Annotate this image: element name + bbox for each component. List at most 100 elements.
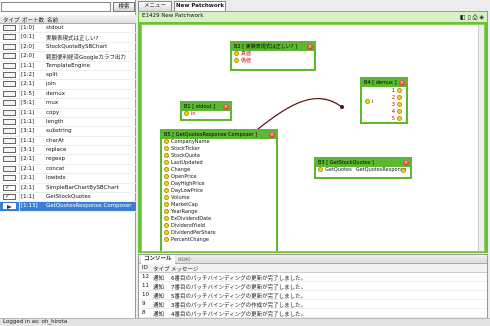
tab-console[interactable]: コンソール	[141, 255, 175, 264]
tab-memo[interactable]: MEMO	[175, 255, 194, 264]
node-b1[interactable]: B1 [ stdout ] × in	[180, 101, 232, 121]
list-item[interactable]: [5:1] mux	[0, 99, 136, 109]
tab-menu[interactable]: メニュー	[138, 1, 172, 11]
node-b4-port[interactable]: 1	[390, 88, 404, 95]
module-type-icon	[3, 53, 16, 60]
node-b5-port[interactable]: DayHighPrice	[162, 181, 276, 188]
console-row[interactable]: 11 通知 7番目のパッチバインディングの更新が完了しました。	[139, 282, 487, 291]
module-type-icon	[3, 90, 16, 97]
module-type-icon	[3, 118, 16, 125]
node-b4-port[interactable]: 3	[390, 102, 404, 109]
node-b5-port[interactable]: StockTicker	[162, 146, 276, 153]
list-item[interactable]: [3:1] replace	[0, 146, 136, 156]
patchwork-editor: E1429 New Patchwork ◧ ▯ ⎙ ◈ B2 [ 実験表現式は正…	[138, 11, 488, 253]
node-b3-ports[interactable]: GetQuotes GetQuotesResponse	[316, 167, 410, 174]
list-item[interactable]: [2:1] join	[0, 80, 136, 90]
console-row[interactable]: 9 通知 3番目のパッチバインディングの作成が完了しました。	[139, 300, 487, 309]
node-b5-port[interactable]: StockQuote	[162, 153, 276, 160]
node-b3-header: B3 [ GetStockQuotes ] ×	[316, 159, 410, 167]
list-item[interactable]: [2:1] concat	[0, 164, 136, 175]
console-row[interactable]: 10 通知 5番目のパッチバインディングの更新が完了しました。	[139, 291, 487, 300]
port-label: 3	[391, 102, 395, 108]
node-b2[interactable]: B2 [ 実験表現式は正しい? ] × 真値 偽値	[230, 41, 316, 71]
list-item[interactable]: [1:2] split	[0, 70, 136, 81]
port-count: [2:1]	[21, 156, 35, 163]
port-label: DayHighPrice	[171, 181, 205, 187]
node-b4[interactable]: B4 [ demux ] × i 12345	[360, 77, 408, 124]
close-icon[interactable]: ×	[223, 104, 229, 110]
node-b4-input[interactable]: i	[365, 99, 373, 105]
node-b5-port[interactable]: YearRange	[162, 209, 276, 216]
search-input[interactable]	[1, 2, 111, 12]
node-b2-port[interactable]: 偽値	[232, 58, 314, 65]
node-b2-title: B2 [ 実験表現式は正しい? ]	[234, 44, 297, 50]
patch-canvas[interactable]: B2 [ 実験表現式は正しい? ] × 真値 偽値 B1 [ stdout ] × …	[141, 24, 485, 252]
module-name: GetStockQuotes	[46, 194, 91, 201]
port-count: [1:0]	[21, 25, 35, 31]
port-icon	[164, 188, 169, 193]
list-item[interactable]: [2:0] StockQuoteBySBChart	[0, 42, 136, 53]
console-type: 通知	[153, 312, 165, 318]
list-item[interactable]: [1:5] demux	[0, 89, 136, 100]
module-name: SimpleBarChartBySBChart	[46, 184, 119, 191]
list-item[interactable]: [1:1] length	[0, 117, 136, 128]
node-b5[interactable]: B5 [ GetQuotesResponse Composer ] × Compa…	[160, 129, 278, 251]
port-label: 5	[391, 116, 395, 122]
node-b5-port[interactable]: PercentChange	[162, 237, 276, 244]
list-item[interactable]: [2:1] SimpleBarChartBySBChart	[0, 183, 136, 194]
node-b5-port[interactable]: DividendPerShare	[162, 230, 276, 237]
console-row[interactable]: 8 通知 4番目のパッチバインディングの更新が完了しました。	[139, 309, 487, 318]
node-b5-port[interactable]: Change	[162, 167, 276, 174]
port-icon	[401, 168, 406, 173]
port-icon	[164, 195, 169, 200]
search-button[interactable]: 検索	[113, 2, 135, 12]
node-b5-port[interactable]: OpenPrice	[162, 174, 276, 181]
tab-new-patchwork[interactable]: New Patchwork	[174, 1, 226, 11]
list-item[interactable]: [2:1] lowbdx	[0, 174, 136, 184]
node-b5-port[interactable]: CompanyName	[162, 139, 276, 146]
port-count: [3:1]	[21, 128, 35, 135]
port-count: [2:1]	[21, 175, 35, 182]
close-icon[interactable]: ×	[399, 80, 405, 86]
list-item[interactable]: [1:1] charAt	[0, 136, 136, 147]
console-header: ID タイプ メッセージ	[139, 264, 487, 273]
console-message: 7番目のパッチバインディングの更新が完了しました。	[171, 285, 307, 291]
node-b5-port[interactable]: MarketCap	[162, 202, 276, 209]
port-label: CompanyName	[171, 139, 210, 145]
list-item[interactable]: [2:1] regexp	[0, 155, 136, 165]
canvas-scrollbar[interactable]	[478, 25, 484, 251]
list-item[interactable]: [1:13] GetQuotesResponse Composer	[0, 202, 136, 212]
port-icon	[164, 237, 169, 242]
node-b1-port[interactable]: in	[182, 111, 230, 118]
node-b4-port[interactable]: 4	[390, 109, 404, 116]
console-row[interactable]: 12 通知 6番目のパッチバインディングの更新が完了しました。	[139, 273, 487, 282]
list-item[interactable]: [1:1] copy	[0, 108, 136, 118]
type-cell	[0, 33, 20, 43]
module-name: 実験表現式は正しい?	[46, 36, 99, 43]
close-icon[interactable]: ×	[403, 160, 409, 166]
port-icon	[397, 109, 402, 114]
port-count: [1:1]	[21, 109, 35, 116]
port-label: MarketCap	[171, 202, 198, 208]
node-b2-port[interactable]: 真値	[232, 51, 314, 58]
editor-tools-icon[interactable]: ◧ ▯ ⎙ ◈	[460, 13, 484, 22]
port-label: PercentChange	[171, 237, 209, 243]
close-icon[interactable]: ×	[307, 44, 313, 50]
list-item[interactable]: [2:0] 範囲便利経済Googleカラフ出力	[0, 52, 136, 62]
close-icon[interactable]: ×	[269, 132, 275, 138]
node-b4-port[interactable]: 5	[390, 116, 404, 123]
list-item[interactable]: [1:1] GetStockQuotes	[0, 193, 136, 203]
node-b5-port[interactable]: DayLowPrice	[162, 188, 276, 195]
node-b4-port[interactable]: 2	[390, 95, 404, 102]
list-item[interactable]: [1:1] TemplateEngine	[0, 61, 136, 71]
node-b5-port[interactable]: DividendYield	[162, 223, 276, 230]
list-item[interactable]: [0:1] 実験表現式は正しい?	[0, 33, 136, 43]
node-b5-port[interactable]: LastUpdated	[162, 160, 276, 167]
list-item[interactable]: [1:0] stdout	[0, 24, 136, 34]
list-item[interactable]: [3:1] substring	[0, 127, 136, 137]
node-b5-port[interactable]: ExDividendDate	[162, 216, 276, 223]
node-b3[interactable]: B3 [ GetStockQuotes ] × GetQuotes GetQuote…	[314, 157, 412, 179]
node-b5-port[interactable]: Volume	[162, 195, 276, 202]
node-b1-header: B1 [ stdout ] ×	[182, 103, 230, 111]
col-header-ports: ポート数	[22, 18, 45, 24]
